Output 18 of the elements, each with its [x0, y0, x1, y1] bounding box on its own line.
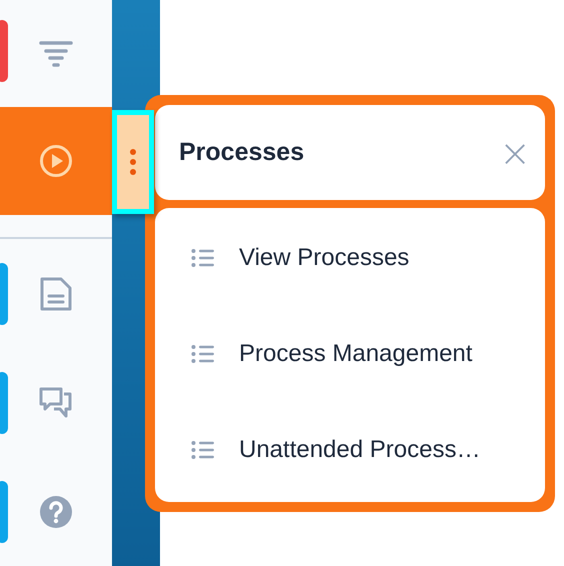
list-icon [191, 248, 215, 268]
dots-icon [130, 149, 136, 175]
menu-item-label: Unattended Process… [239, 436, 480, 464]
help-icon [39, 494, 73, 528]
drag-handle[interactable] [112, 110, 154, 214]
play-icon [39, 144, 73, 178]
chat-icon [39, 386, 73, 420]
menu-item[interactable]: Process Management [155, 306, 545, 402]
list-icon [191, 440, 215, 460]
popover-title: Processes [179, 138, 304, 167]
menu-item[interactable]: Unattended Process… [155, 402, 545, 498]
sidebar-item-selected[interactable] [0, 107, 112, 216]
menu-item-label: Process Management [239, 340, 472, 368]
document-icon [39, 276, 73, 310]
menu-item[interactable]: View Processes [155, 210, 545, 306]
list-icon [191, 344, 215, 364]
menu-item-label: View Processes [239, 244, 410, 272]
filter-icon [39, 40, 73, 68]
